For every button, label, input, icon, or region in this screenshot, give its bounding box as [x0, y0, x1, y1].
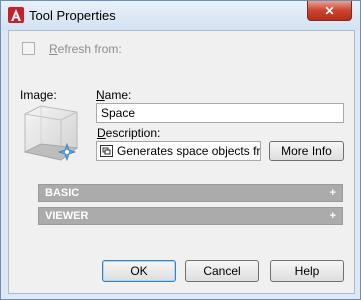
close-icon: ✕ [324, 3, 335, 18]
description-label: Description: [97, 126, 160, 140]
refresh-from-label-rest: efresh from: [57, 42, 122, 56]
section-viewer[interactable]: VIEWER + [38, 207, 343, 225]
name-label: Name: [96, 88, 131, 102]
expand-plus-icon: + [329, 187, 336, 199]
name-label-accesskey: N [96, 88, 105, 102]
description-label-rest: escription: [105, 126, 161, 140]
title-bar[interactable]: Tool Properties ✕ [1, 1, 360, 30]
description-field-value: Generates space objects fro [117, 144, 261, 158]
dialog-title: Tool Properties [29, 8, 116, 23]
tool-properties-dialog: Tool Properties ✕ Refresh from: Image: N… [0, 0, 361, 300]
name-label-rest: ame: [104, 88, 132, 102]
section-viewer-label: VIEWER [45, 210, 89, 222]
name-field[interactable]: Space [96, 103, 344, 123]
cancel-button-label: Cancel [203, 264, 241, 278]
refresh-from-label-accesskey: R [49, 42, 58, 56]
more-info-button[interactable]: More Info [269, 141, 344, 161]
name-field-value: Space [101, 106, 136, 120]
help-button-label: Help [294, 264, 320, 278]
space-tool-image [23, 105, 79, 162]
cancel-button[interactable]: Cancel [185, 260, 259, 282]
ok-button[interactable]: OK [102, 260, 176, 282]
ok-button-label: OK [130, 264, 148, 278]
description-label-accesskey: D [97, 126, 106, 140]
refresh-from-checkbox[interactable] [22, 42, 35, 55]
description-field[interactable]: Generates space objects fro [96, 141, 261, 161]
image-label: Image: [20, 88, 57, 102]
section-basic-label: BASIC [45, 187, 80, 199]
close-button[interactable]: ✕ [307, 1, 352, 21]
section-basic[interactable]: BASIC + [38, 184, 343, 202]
description-ellipsis-icon[interactable] [100, 145, 113, 157]
more-info-button-label: More Info [281, 144, 332, 158]
expand-plus-icon: + [329, 210, 336, 222]
autocad-app-icon [8, 7, 24, 23]
dialog-body: Refresh from: Image: Name: Space Descrip… [8, 30, 355, 294]
help-button[interactable]: Help [270, 260, 344, 282]
refresh-from-label: Refresh from: [49, 42, 122, 56]
